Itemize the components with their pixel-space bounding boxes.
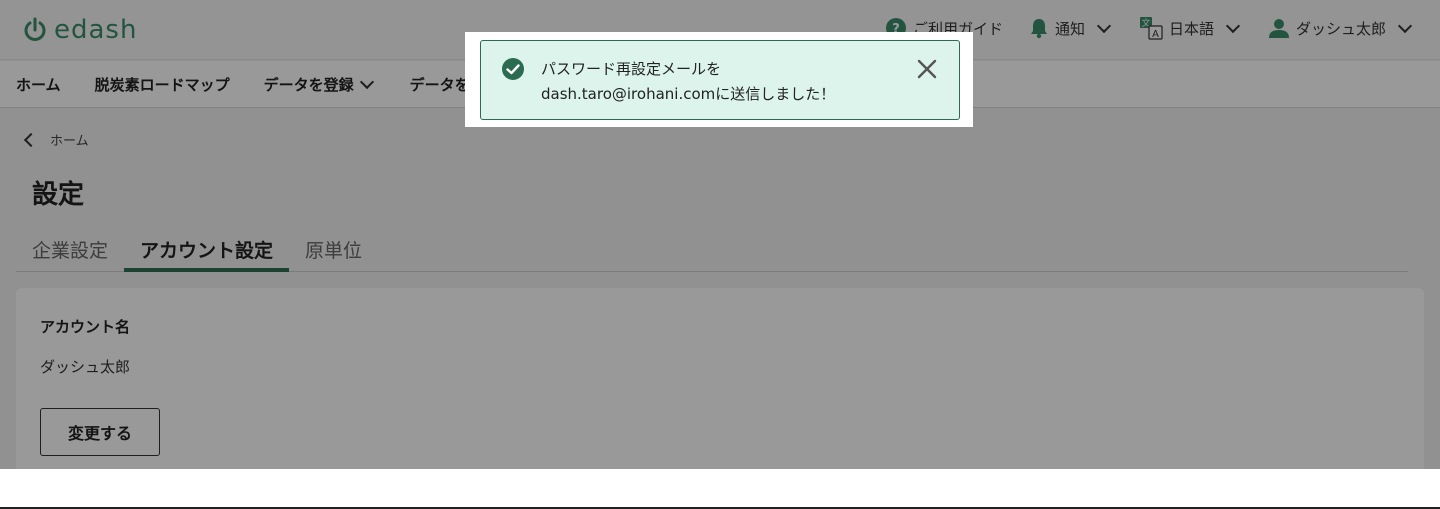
success-toast: パスワード再設定メールを dash.taro@irohani.comに送信しまし… <box>480 40 960 120</box>
toast-line-1: パスワード再設定メールを <box>541 60 722 78</box>
app-window: edash ? ご利用ガイド 通知 文 A 日本語 ダッシュ太郎 ホーム 脱炭素… <box>0 0 1440 469</box>
check-circle-icon <box>502 58 524 80</box>
close-icon[interactable] <box>915 57 939 81</box>
toast-message: パスワード再設定メールを dash.taro@irohani.comに送信しまし… <box>541 57 835 107</box>
toast-container: パスワード再設定メールを dash.taro@irohani.comに送信しまし… <box>465 32 973 127</box>
toast-line-2: dash.taro@irohani.comに送信しました！ <box>541 85 836 103</box>
